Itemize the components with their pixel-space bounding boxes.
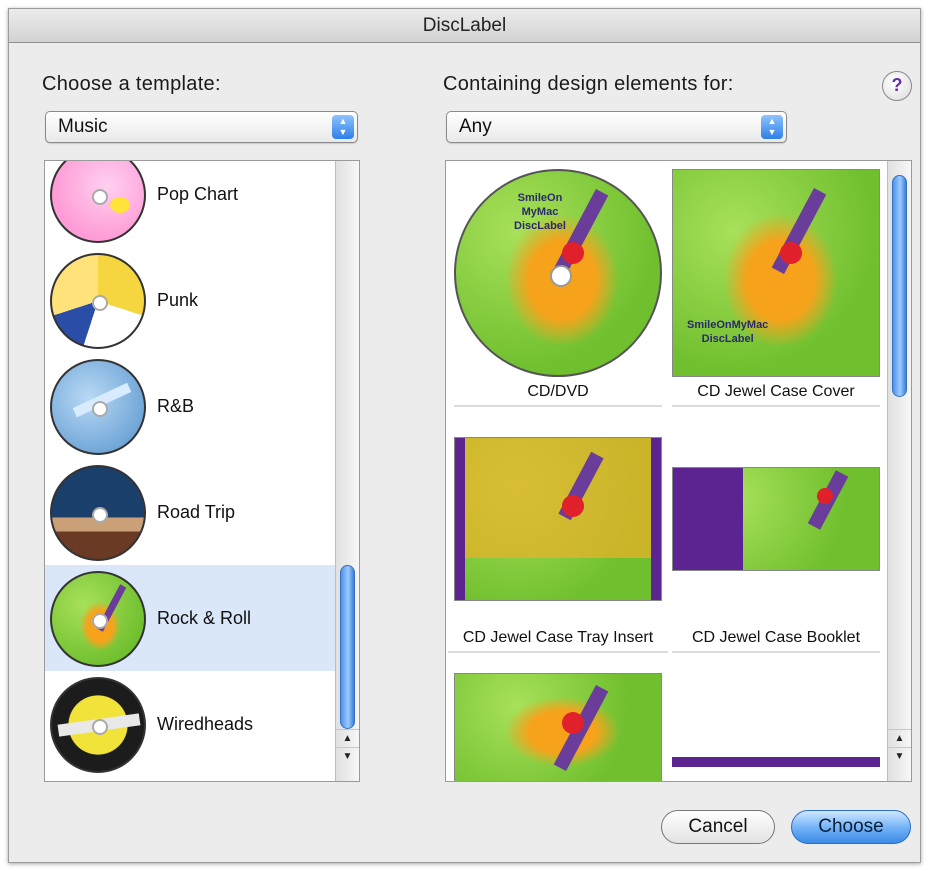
template-name: Pop Chart [157,184,239,204]
disc-text-line: DiscLabel [514,220,566,232]
cancel-button[interactable]: Cancel [661,810,775,844]
wiredheads-thumbnail [50,677,146,773]
popup-arrows-icon: ▲ ▼ [332,115,354,139]
tray-insert-preview [454,437,662,601]
design-elements-label: Containing design elements for: [443,73,734,95]
cd-dvd-preview: SmileOn MyMac DiscLabel [454,169,662,377]
design-elements-dropdown[interactable]: Any ▲ ▼ [446,111,787,143]
scrollbar-thumb[interactable] [892,175,907,397]
booklet-preview [672,467,880,571]
design-item-caption: CD/DVD [454,383,662,407]
rnb-thumbnail [50,359,146,455]
window-title: DiscLabel [9,9,920,43]
design-item-partial-preview[interactable] [454,673,662,781]
template-list[interactable]: Pop Chart Punk R&B Road Trip Rock & Roll… [44,160,360,782]
template-item-road-trip[interactable]: Road Trip [45,459,335,565]
punk-thumbnail [50,253,146,349]
disc-text-line: MyMac [521,206,559,218]
template-list-scrollbar[interactable]: ▲ ▼ [335,161,359,781]
template-name: Punk [157,290,199,310]
scroll-down-arrow-icon[interactable]: ▼ [888,747,911,765]
design-item-caption: CD Jewel Case Cover [672,383,880,407]
template-category-value: Music [58,116,108,137]
template-name: Wiredheads [157,714,254,734]
scroll-up-arrow-icon[interactable]: ▲ [888,729,911,747]
help-button[interactable]: ? [882,71,912,101]
scroll-up-arrow-icon[interactable]: ▲ [336,729,359,747]
jewel-case-cover-preview: SmileOnMyMac DiscLabel [672,169,880,377]
template-item-rock-and-roll[interactable]: Rock & Roll [45,565,335,671]
popup-arrows-icon: ▲ ▼ [761,115,783,139]
design-grid-scrollbar[interactable]: ▲ ▼ [887,161,911,781]
template-name: Road Trip [157,502,236,522]
design-item-caption: CD Jewel Case Tray Insert [448,629,668,653]
design-element-grid[interactable]: SmileOn MyMac DiscLabel CD/DVD SmileOnMy… [445,160,912,782]
pop-chart-thumbnail [50,161,146,243]
cover-text-line: DiscLabel [701,333,754,345]
template-item-wiredheads[interactable]: Wiredheads [45,671,335,777]
design-elements-value: Any [459,116,492,137]
template-name: Rock & Roll [157,608,252,628]
choose-template-label: Choose a template: [42,73,221,95]
disc-text-line: SmileOn [517,192,563,204]
scrollbar-thumb[interactable] [340,565,355,729]
template-item-rnb[interactable]: R&B [45,353,335,459]
design-item-partial-strip [672,757,880,767]
choose-button[interactable]: Choose [791,810,911,844]
design-item-caption: CD Jewel Case Booklet [672,629,880,653]
template-name: R&B [157,396,195,416]
scroll-down-arrow-icon[interactable]: ▼ [336,747,359,765]
disclabel-window: DiscLabel Choose a template: Music ▲ ▼ Po… [8,8,921,863]
cover-text-line: SmileOnMyMac [687,319,769,331]
rock-and-roll-thumbnail [50,571,146,667]
template-item-punk[interactable]: Punk [45,247,335,353]
template-category-dropdown[interactable]: Music ▲ ▼ [45,111,358,143]
road-trip-thumbnail [50,465,146,561]
template-item-pop-chart[interactable]: Pop Chart [45,161,335,247]
